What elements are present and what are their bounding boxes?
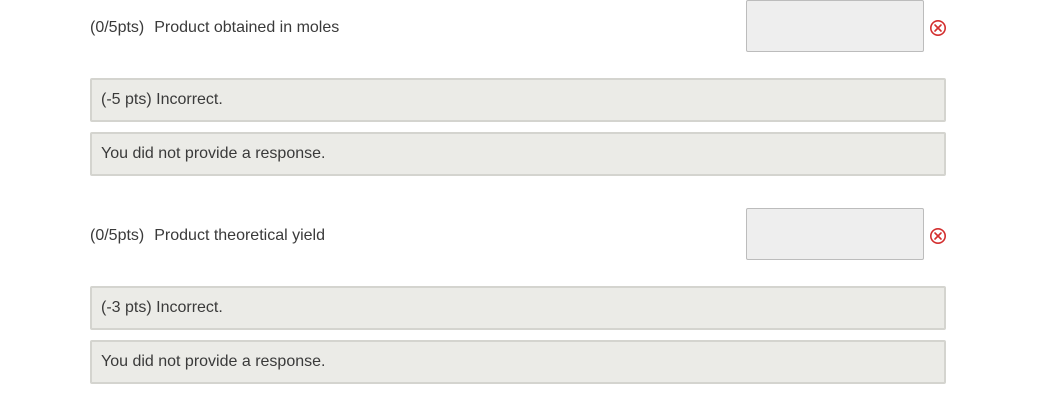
question-label: (0/5pts) Product theoretical yield bbox=[90, 226, 325, 246]
incorrect-x-icon bbox=[930, 20, 946, 36]
question-prompt: Product obtained in moles bbox=[154, 19, 340, 36]
incorrect-x-icon bbox=[930, 228, 946, 244]
question-prompt: Product theoretical yield bbox=[154, 227, 326, 244]
question-score: (0/5pts) bbox=[90, 227, 145, 244]
question-score: (0/5pts) bbox=[90, 19, 145, 36]
penalty-feedback: (-3 pts) Incorrect. bbox=[90, 286, 946, 330]
question-label: (0/5pts) Product obtained in moles bbox=[90, 18, 339, 38]
answer-input[interactable] bbox=[746, 208, 924, 260]
response-feedback: You did not provide a response. bbox=[90, 340, 946, 384]
response-feedback: You did not provide a response. bbox=[90, 132, 946, 176]
penalty-feedback: (-5 pts) Incorrect. bbox=[90, 78, 946, 122]
answer-input[interactable] bbox=[746, 0, 924, 52]
